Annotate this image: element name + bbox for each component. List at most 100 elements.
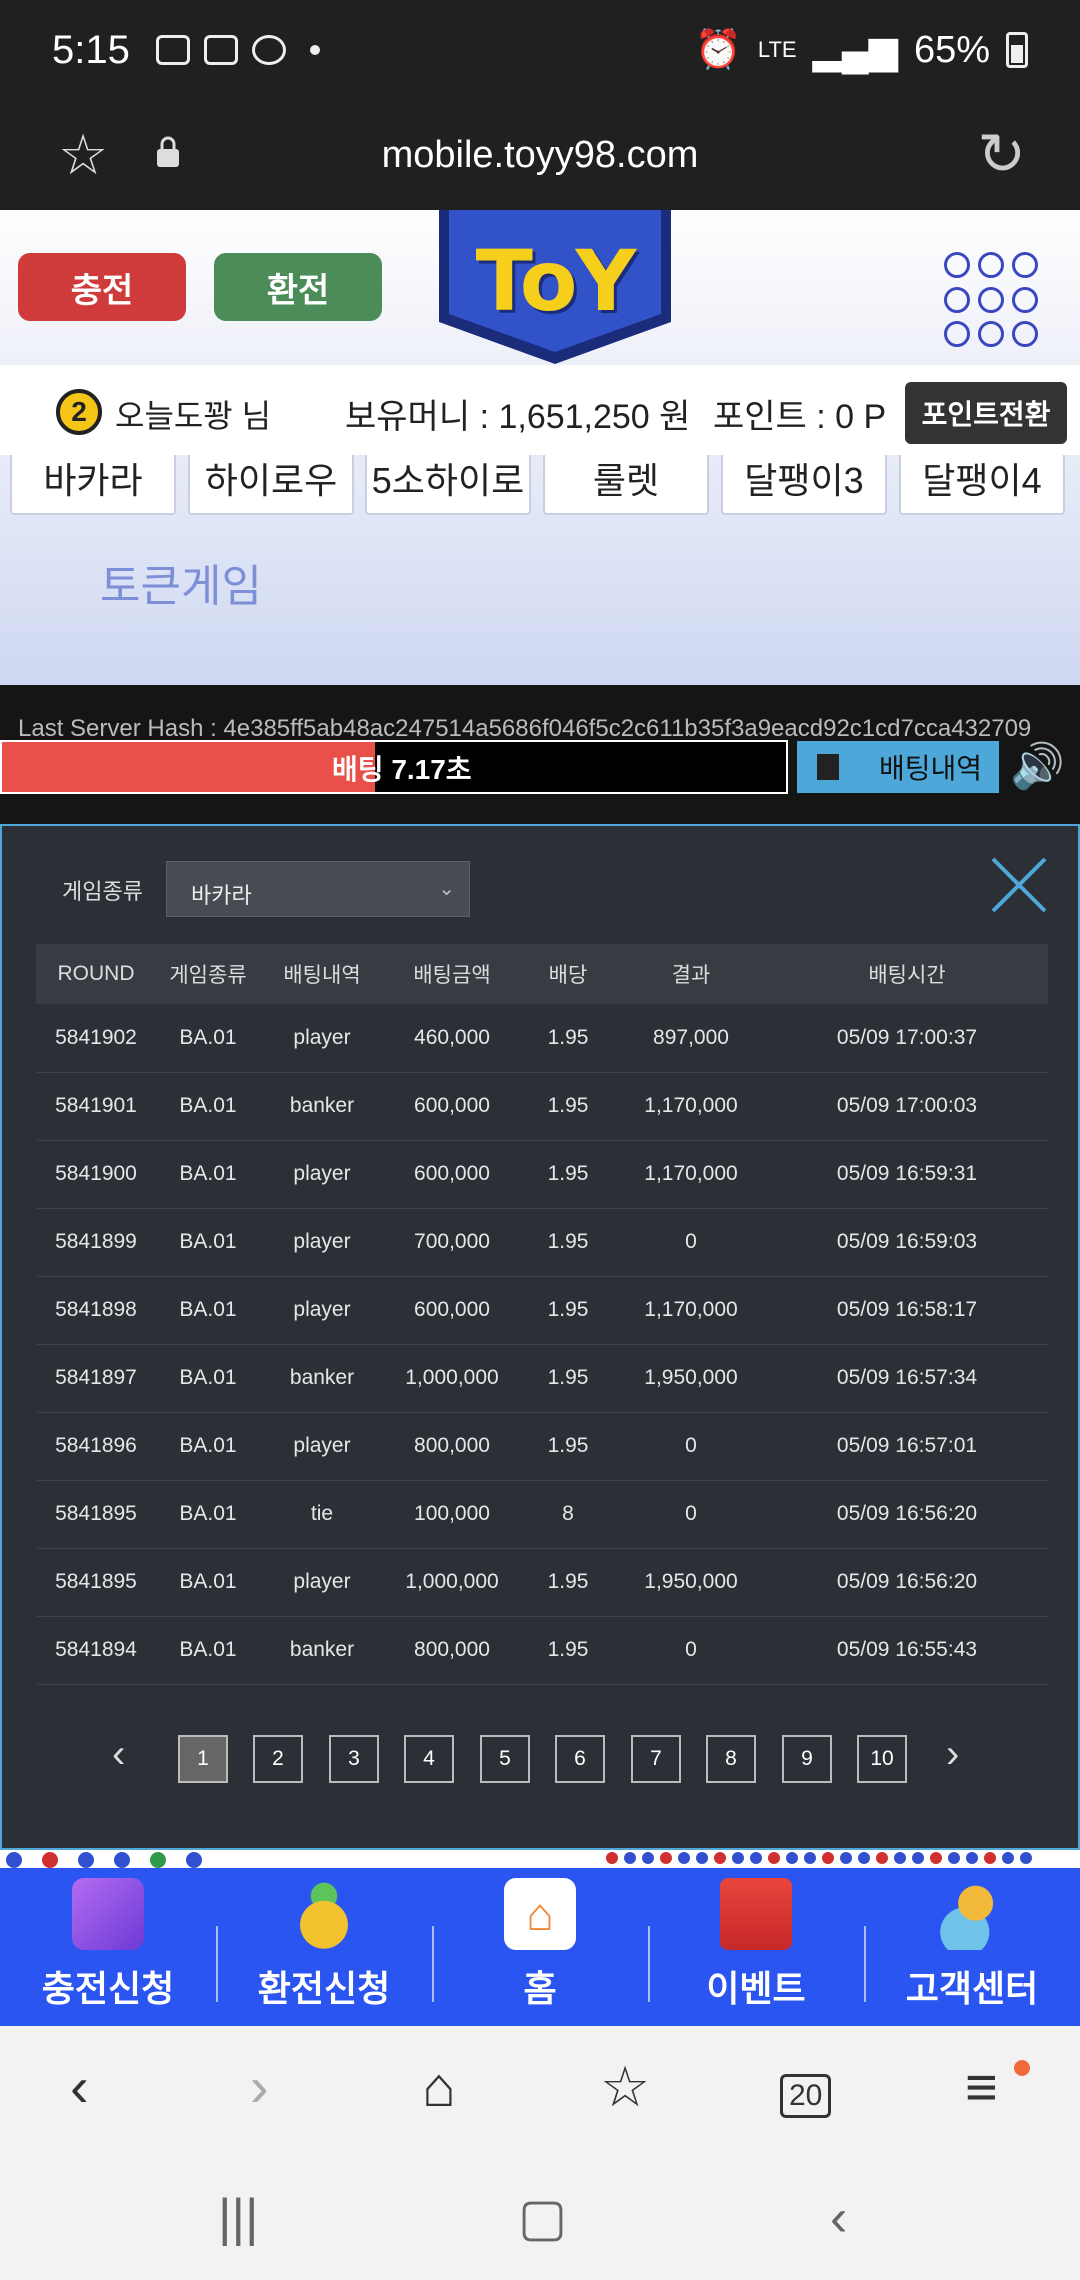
table-cell: 05/09 16:58:17 (766, 1276, 1048, 1345)
page-7[interactable]: 7 (631, 1735, 681, 1783)
page-1[interactable]: 1 (178, 1735, 228, 1783)
alarm-icon: ⏰ (694, 29, 742, 71)
bet-history-table: ROUND 게임종류 배팅내역 배팅금액 배당 결과 배팅시간 5841902 B… (36, 944, 1048, 1685)
bead-marker (660, 1852, 672, 1864)
tab-baccarat[interactable]: 바카라 (10, 455, 176, 515)
menu-grid-icon[interactable] (944, 252, 1040, 348)
tabs-count-icon[interactable]: 20 (780, 2074, 832, 2118)
bead-marker (606, 1852, 618, 1864)
system-back-icon[interactable]: ‹ (830, 2188, 847, 2248)
bead-marker (186, 1852, 202, 1868)
tab-snail4[interactable]: 달팽이4 (899, 455, 1065, 515)
table-header: ROUND 게임종류 배팅내역 배팅금액 배당 결과 배팅시간 (36, 944, 1048, 1004)
close-icon[interactable] (990, 856, 1048, 914)
browser-toolbar: ‹ › ⌂ ☆ 20 ≡ (0, 2026, 1080, 2156)
table-cell: 600,000 (384, 1072, 520, 1141)
page-9[interactable]: 9 (782, 1735, 832, 1783)
table-cell: 1.95 (520, 1412, 616, 1481)
table-cell: BA.01 (156, 1004, 260, 1073)
bead-marker (984, 1852, 996, 1864)
back-icon[interactable]: ‹ (70, 2054, 89, 2119)
table-cell: 5841895 (36, 1480, 156, 1549)
page-5[interactable]: 5 (480, 1735, 530, 1783)
table-cell: 05/09 16:57:01 (766, 1412, 1048, 1481)
battery-icon (1006, 32, 1028, 68)
bet-history-button[interactable]: 배팅내역 (797, 741, 999, 793)
table-cell: 1.95 (520, 1548, 616, 1617)
charge-button[interactable]: 충전 (18, 253, 186, 321)
home-icon: ⌂ (504, 1878, 576, 1950)
pagination: ‹ 1 2 3 4 5 6 7 8 9 10 › (2, 1732, 1078, 1784)
table-cell: 600,000 (384, 1140, 520, 1209)
site-logo[interactable]: ToY (437, 210, 673, 365)
table-cell: BA.01 (156, 1480, 260, 1549)
tab-roulette[interactable]: 룰렛 (543, 455, 709, 515)
reload-icon[interactable]: ↻ (977, 120, 1026, 188)
user-info-bar: 2 오늘도꽝 님 보유머니 : 1,651,250 원 포인트 : 0 P 포인… (0, 365, 1080, 455)
page-2[interactable]: 2 (253, 1735, 303, 1783)
bet-timer-fill (2, 742, 376, 792)
tab-hilo[interactable]: 하이로우 (188, 455, 354, 515)
table-cell: 05/09 16:55:43 (766, 1616, 1048, 1685)
table-cell: 1,950,000 (616, 1344, 766, 1413)
nav-charge-request[interactable]: 충전신청 (0, 1868, 216, 2026)
page-6[interactable]: 6 (555, 1735, 605, 1783)
nav-event[interactable]: 이벤트 (648, 1868, 864, 2026)
table-cell: BA.01 (156, 1616, 260, 1685)
tab-5so-hilo[interactable]: 5소하이로 (365, 455, 531, 515)
tab-snail3[interactable]: 달팽이3 (721, 455, 887, 515)
table-cell: 5841900 (36, 1140, 156, 1209)
table-cell: player (260, 1208, 384, 1277)
bead-marker (858, 1852, 870, 1864)
table-cell: 800,000 (384, 1616, 520, 1685)
level-badge: 2 (56, 389, 102, 435)
table-cell: 600,000 (384, 1276, 520, 1345)
menu-icon[interactable]: ≡ (965, 2054, 998, 2119)
next-page-icon[interactable]: › (946, 1732, 959, 1777)
bead-marker (786, 1852, 798, 1864)
speaker-icon[interactable]: 🔊 (1010, 740, 1065, 792)
site-bottom-nav: 충전신청 환전신청 ⌂ 홈 이벤트 고객센터 (0, 1868, 1080, 2026)
talk-icon (251, 35, 286, 65)
exchange-button[interactable]: 환전 (214, 253, 382, 321)
system-home-icon[interactable]: ▢ (518, 2188, 567, 2248)
table-cell: 5841894 (36, 1616, 156, 1685)
table-row: 5841895 BA.01 tie 100,000 8 0 05/09 16:56:20 (36, 1480, 1048, 1549)
page-8[interactable]: 8 (706, 1735, 756, 1783)
nav-customer-center[interactable]: 고객센터 (864, 1868, 1080, 2026)
table-cell: 05/09 16:59:03 (766, 1208, 1048, 1277)
voicemail-icon (203, 35, 238, 65)
game-tabs-area: 바카라 하이로우 5소하이로 룰렛 달팽이3 달팽이4 토큰게임 (0, 455, 1080, 685)
notification-icons (155, 35, 320, 65)
table-row: 5841900 BA.01 player 600,000 1.95 1,170,000 05… (36, 1140, 1048, 1209)
token-game-label[interactable]: 토큰게임 (100, 550, 262, 614)
nav-home[interactable]: ⌂ 홈 (432, 1868, 648, 2026)
table-cell: player (260, 1548, 384, 1617)
coins-icon (288, 1878, 360, 1950)
page-4[interactable]: 4 (404, 1735, 454, 1783)
table-cell: BA.01 (156, 1548, 260, 1617)
table-cell: banker (260, 1072, 384, 1141)
game-type-select[interactable]: 바카라 ⌄ (166, 861, 470, 917)
page-10[interactable]: 10 (857, 1735, 907, 1783)
table-cell: 1.95 (520, 1072, 616, 1141)
home-browser-icon[interactable]: ⌂ (422, 2054, 456, 2119)
page-3[interactable]: 3 (329, 1735, 379, 1783)
url-text[interactable]: mobile.toyy98.com (0, 134, 1080, 177)
forward-icon[interactable]: › (250, 2054, 269, 2119)
table-cell: 100,000 (384, 1480, 520, 1549)
bead-marker (768, 1852, 780, 1864)
table-cell: 05/09 17:00:03 (766, 1072, 1048, 1141)
table-cell: 5841899 (36, 1208, 156, 1277)
bead-marker (876, 1852, 888, 1864)
bookmarks-icon[interactable]: ☆ (600, 2054, 650, 2120)
bead-marker (78, 1852, 94, 1868)
table-cell: 5841896 (36, 1412, 156, 1481)
recents-icon[interactable]: ||| (218, 2188, 259, 2248)
prev-page-icon[interactable]: ‹ (112, 1732, 125, 1777)
point-convert-button[interactable]: 포인트전환 (905, 382, 1067, 444)
nav-exchange-request[interactable]: 환전신청 (216, 1868, 432, 2026)
document-icon (817, 754, 839, 780)
bead-marker (150, 1852, 166, 1868)
table-cell: 897,000 (616, 1004, 766, 1073)
